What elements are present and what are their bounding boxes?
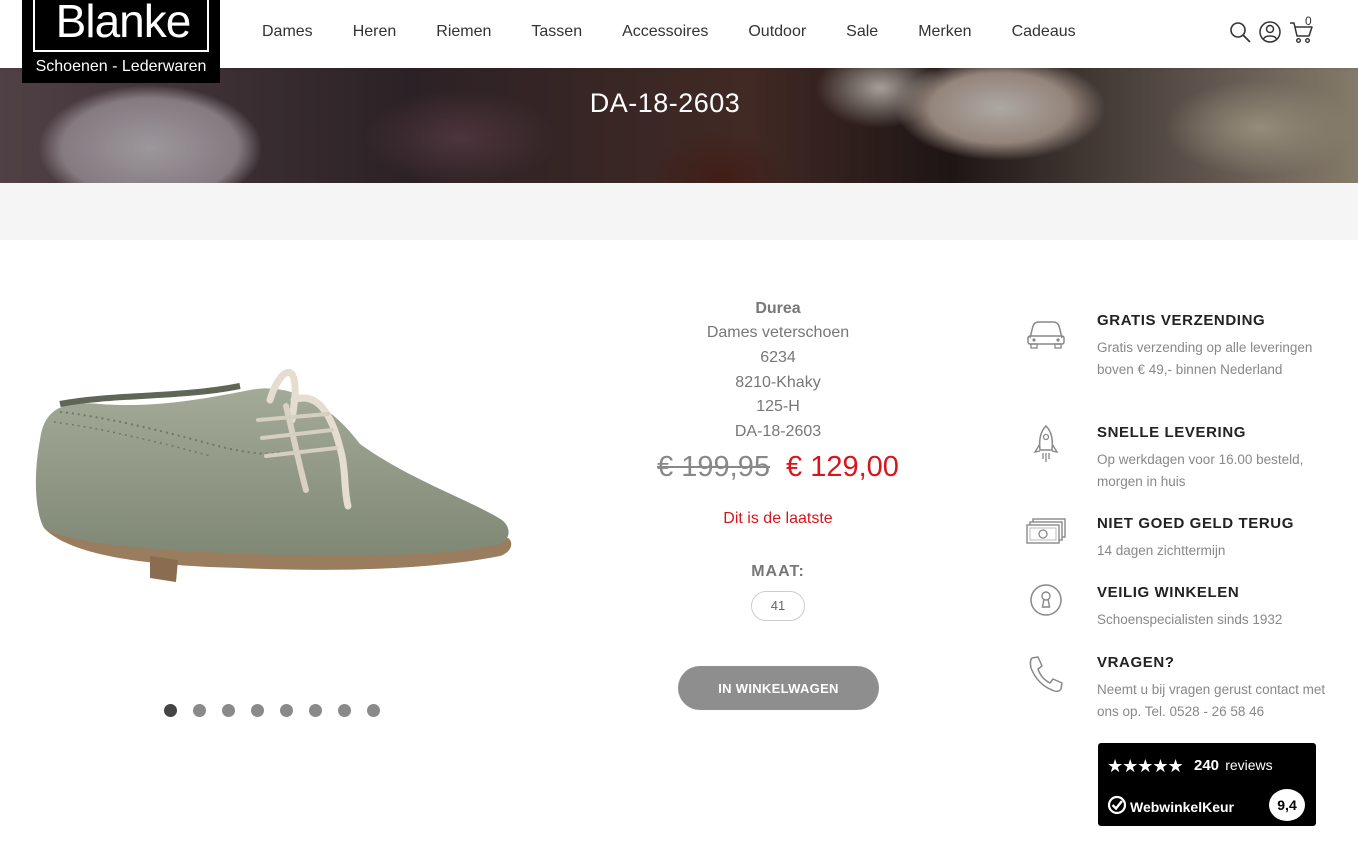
nav-item-heren[interactable]: Heren bbox=[353, 23, 397, 41]
hero-banner: DA-18-2603 bbox=[0, 68, 1358, 183]
gallery-dot[interactable] bbox=[193, 704, 206, 717]
nav-item-riemen[interactable]: Riemen bbox=[436, 23, 491, 41]
logo-subtitle: Schoenen - Lederwaren bbox=[35, 58, 207, 75]
product-brand[interactable]: Durea bbox=[640, 296, 916, 321]
usp-title: NIET GOED GELD TERUG bbox=[1097, 515, 1295, 532]
gallery-dot[interactable] bbox=[164, 704, 177, 717]
nav-item-tassen[interactable]: Tassen bbox=[531, 23, 582, 41]
review-count: 240 reviews bbox=[1194, 757, 1273, 774]
usp-text: Gratis verzending op alle leveringen bov… bbox=[1097, 340, 1313, 377]
gallery-dot[interactable] bbox=[338, 704, 351, 717]
phone-icon bbox=[1024, 654, 1068, 698]
product-color: 8210-Khaky bbox=[735, 373, 821, 391]
product-model: 6234 bbox=[760, 348, 796, 366]
cart-count-badge: 0 bbox=[1305, 14, 1312, 28]
gallery-dot[interactable] bbox=[222, 704, 235, 717]
usp-text: Op werkdagen voor 16.00 besteld, morgen … bbox=[1097, 452, 1304, 489]
product-sku: DA-18-2603 bbox=[734, 423, 822, 441]
reviews-widget[interactable]: ★★★★★ 240 reviews WebwinkelKeur 9,4 bbox=[1098, 743, 1316, 826]
gallery-dot[interactable] bbox=[367, 704, 380, 717]
review-count-number: 240 bbox=[1194, 757, 1220, 774]
page-title: DA-18-2603 bbox=[589, 88, 741, 118]
header-actions bbox=[1228, 19, 1314, 45]
rocket-icon bbox=[1024, 424, 1068, 468]
usp-title: GRATIS VERZENDING bbox=[1097, 312, 1266, 329]
user-icon[interactable] bbox=[1258, 20, 1282, 44]
sale-price: € 129,00 bbox=[786, 450, 899, 483]
usp-title: SNELLE LEVERING bbox=[1097, 424, 1247, 441]
size-option[interactable]: 41 bbox=[751, 590, 805, 621]
nav-item-cadeaus[interactable]: Cadeaus bbox=[1012, 23, 1076, 41]
gallery-dot[interactable] bbox=[251, 704, 264, 717]
webwinkelkeur-brand: WebwinkelKeur bbox=[1107, 795, 1234, 818]
product-width: 125-H bbox=[756, 398, 800, 416]
logo-frame: Blanke bbox=[33, 0, 209, 52]
gallery-dot[interactable] bbox=[309, 704, 322, 717]
stock-notice: Dit is de laatste bbox=[723, 509, 833, 527]
review-count-label: reviews bbox=[1225, 757, 1273, 773]
usp-text: 14 dagen zichttermijn bbox=[1097, 543, 1226, 558]
keyhole-icon bbox=[1024, 584, 1068, 628]
usp-text: Schoenspecialisten sinds 1932 bbox=[1097, 612, 1283, 627]
search-icon[interactable] bbox=[1228, 20, 1252, 44]
old-price: € 199,95 bbox=[657, 450, 770, 483]
size-label: MAAT: bbox=[751, 562, 805, 580]
nav-item-accessoires[interactable]: Accessoires bbox=[622, 23, 708, 41]
add-to-cart-button[interactable]: IN WINKELWAGEN bbox=[678, 666, 879, 710]
breadcrumb-band bbox=[0, 183, 1358, 240]
price-block: € 199,95 € 129,00 bbox=[640, 451, 916, 484]
nav-item-merken[interactable]: Merken bbox=[918, 23, 971, 41]
product-image[interactable] bbox=[30, 360, 520, 600]
nav-item-dames[interactable]: Dames bbox=[262, 23, 313, 41]
gallery-dots bbox=[164, 704, 380, 717]
usp-text: Neemt u bij vragen gerust contact met on… bbox=[1097, 682, 1326, 719]
money-icon bbox=[1024, 515, 1068, 559]
main-nav: Dames Heren Riemen Tassen Accessoires Ou… bbox=[242, 0, 1096, 64]
nav-item-outdoor[interactable]: Outdoor bbox=[748, 23, 806, 41]
car-icon bbox=[1024, 312, 1068, 356]
webwinkelkeur-label: WebwinkelKeur bbox=[1130, 798, 1234, 815]
usp-title: VRAGEN? bbox=[1097, 654, 1175, 671]
rating-stars: ★★★★★ bbox=[1107, 756, 1184, 776]
gallery-dot[interactable] bbox=[280, 704, 293, 717]
site-logo[interactable]: Blanke Schoenen - Lederwaren bbox=[22, 0, 220, 83]
usp-title: VEILIG WINKELEN bbox=[1097, 584, 1240, 601]
product-type: Dames veterschoen bbox=[706, 324, 850, 341]
nav-item-sale[interactable]: Sale bbox=[846, 23, 878, 41]
product-info: Durea Dames veterschoen 6234 8210-Khaky … bbox=[640, 296, 916, 621]
review-score: 9,4 bbox=[1269, 789, 1305, 821]
logo-name: Blanke bbox=[55, 0, 192, 47]
webwinkelkeur-check-icon bbox=[1107, 795, 1127, 818]
